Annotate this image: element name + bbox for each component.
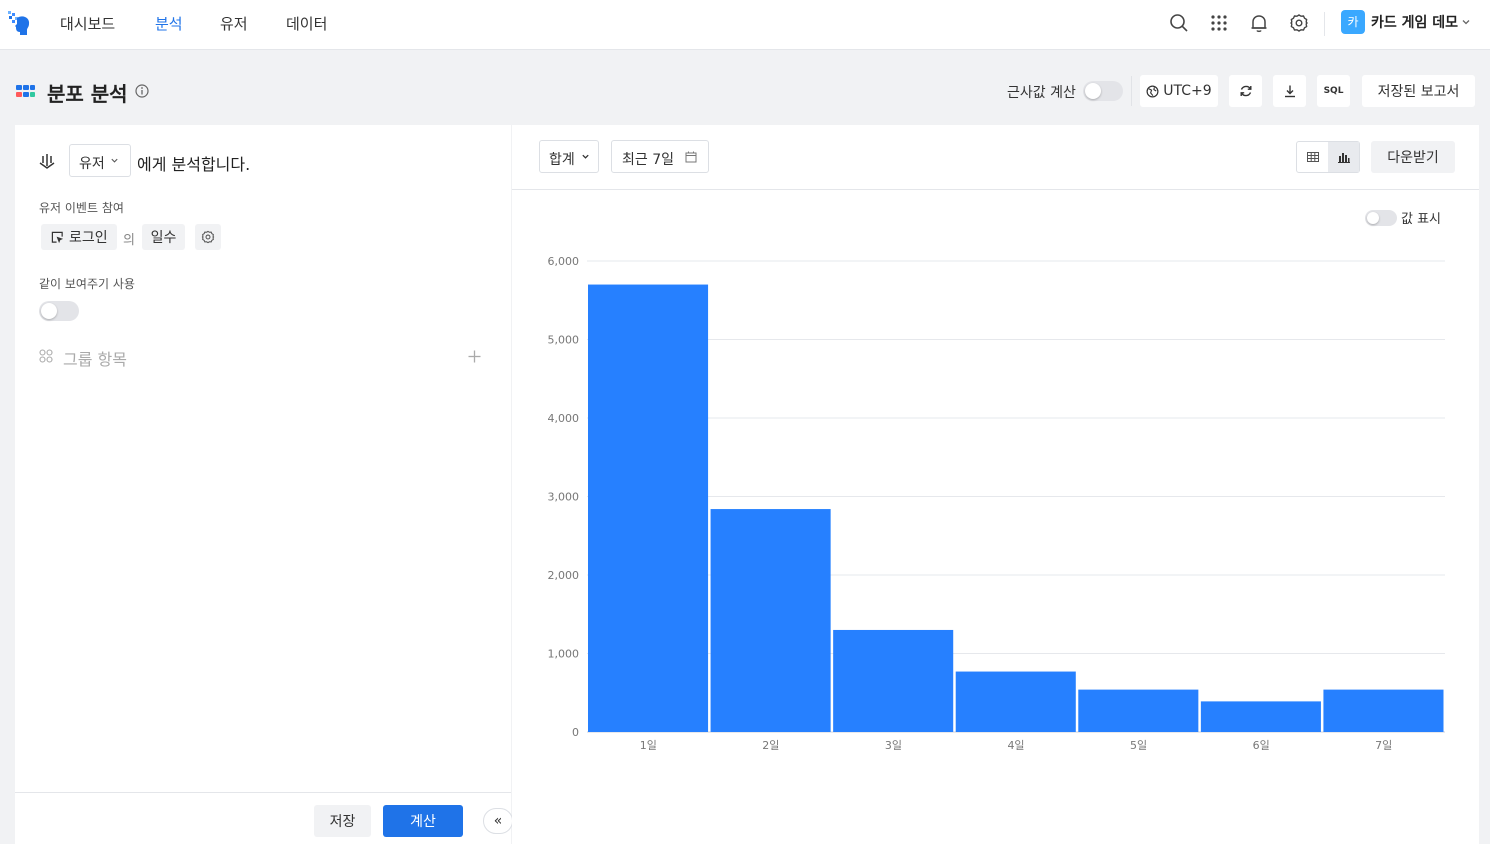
bar[interactable] bbox=[588, 284, 709, 732]
metric-chip-label: 일수 bbox=[150, 230, 177, 246]
x-tick-label: 4일 bbox=[1007, 738, 1024, 752]
chevron-down-icon[interactable] bbox=[1461, 17, 1471, 27]
timezone-button[interactable]: UTC+9 bbox=[1140, 75, 1218, 107]
sql-button[interactable]: SQL bbox=[1317, 75, 1350, 107]
calculate-button[interactable]: 계산 bbox=[383, 805, 463, 837]
search-icon[interactable] bbox=[1169, 13, 1189, 33]
approx-calc-label: 근사값 계산 bbox=[1007, 85, 1076, 101]
bar[interactable] bbox=[710, 509, 831, 732]
bell-icon[interactable] bbox=[1249, 13, 1269, 33]
distribution-bar-chart: 0 1,000 2,000 3,000 4,000 5,000 6,000 1일 2일 3일 4일 5… bbox=[548, 255, 1445, 752]
project-name[interactable]: 카드 게임 데모 bbox=[1371, 12, 1458, 32]
y-tick-label: 3,000 bbox=[548, 491, 580, 504]
cursor-click-icon bbox=[51, 231, 64, 243]
bar[interactable] bbox=[1200, 701, 1321, 732]
distribution-analysis-icon bbox=[16, 85, 35, 97]
approx-calc-toggle[interactable] bbox=[1083, 81, 1123, 101]
subject-select-value: 유저 bbox=[79, 156, 105, 172]
nav-analysis[interactable]: 분석 bbox=[155, 13, 183, 34]
bar-chart-icon bbox=[1337, 152, 1350, 163]
logo-icon[interactable] bbox=[6, 9, 34, 37]
timezone-label: UTC+9 bbox=[1163, 83, 1212, 99]
analyze-description: 에게 분석합니다. bbox=[137, 155, 251, 174]
y-tick-label: 4,000 bbox=[548, 412, 580, 425]
show-values-label: 값 표시 bbox=[1401, 212, 1442, 227]
aggregation-value: 합계 bbox=[549, 152, 575, 168]
export-button[interactable] bbox=[1273, 75, 1306, 107]
view-toggle bbox=[1296, 141, 1360, 173]
calendar-icon bbox=[685, 151, 697, 163]
y-tick-label: 5,000 bbox=[548, 334, 580, 347]
project-avatar[interactable]: 카 bbox=[1341, 10, 1365, 34]
date-range-picker[interactable]: 최근 7일 bbox=[611, 140, 709, 173]
bar[interactable] bbox=[1078, 689, 1199, 732]
top-nav: 대시보드 분석 유저 데이터 카 카드 게임 데모 bbox=[0, 0, 1490, 50]
bar[interactable] bbox=[833, 629, 954, 732]
event-chip[interactable]: 로그인 bbox=[41, 224, 117, 250]
table-icon bbox=[1306, 152, 1319, 162]
x-tick-label: 3일 bbox=[885, 738, 902, 752]
download-icon bbox=[1284, 85, 1295, 98]
metric-settings-button[interactable] bbox=[195, 224, 221, 250]
collapse-panel-button[interactable]: « bbox=[483, 808, 513, 834]
bar[interactable] bbox=[1323, 689, 1444, 732]
chart-view-button[interactable] bbox=[1328, 142, 1359, 172]
subject-icon bbox=[39, 154, 55, 169]
refresh-icon bbox=[1240, 85, 1252, 97]
date-range-value: 최근 7일 bbox=[622, 152, 674, 168]
aggregation-select[interactable]: 합계 bbox=[539, 140, 599, 173]
x-tick-label: 6일 bbox=[1253, 738, 1270, 752]
chevron-down-icon bbox=[111, 158, 118, 163]
compare-label: 같이 보여주기 사용 bbox=[39, 277, 135, 291]
gear-icon[interactable] bbox=[1289, 13, 1309, 33]
apps-grid-icon[interactable] bbox=[1209, 13, 1229, 33]
save-button[interactable]: 저장 bbox=[314, 805, 371, 837]
event-chip-label: 로그인 bbox=[69, 230, 108, 246]
page-title: 분포 분석 bbox=[47, 82, 128, 106]
x-tick-label: 5일 bbox=[1130, 738, 1147, 752]
event-section-label: 유저 이벤트 참여 bbox=[39, 201, 124, 215]
group-icon bbox=[39, 349, 53, 363]
table-view-button[interactable] bbox=[1297, 142, 1328, 172]
add-group-icon[interactable] bbox=[468, 350, 481, 363]
refresh-button[interactable] bbox=[1229, 75, 1262, 107]
group-by-label: 그룹 항목 bbox=[63, 350, 127, 369]
bar[interactable] bbox=[955, 671, 1076, 732]
nav-dashboard[interactable]: 대시보드 bbox=[60, 13, 115, 34]
nav-users[interactable]: 유저 bbox=[220, 13, 248, 34]
nav-data[interactable]: 데이터 bbox=[286, 13, 327, 34]
y-tick-label: 1,000 bbox=[548, 648, 580, 661]
subject-select[interactable]: 유저 bbox=[69, 144, 131, 177]
y-tick-label: 0 bbox=[572, 726, 579, 739]
y-tick-label: 6,000 bbox=[548, 255, 580, 268]
x-tick-label: 1일 bbox=[640, 738, 657, 752]
show-values-toggle[interactable] bbox=[1365, 210, 1397, 226]
y-tick-label: 2,000 bbox=[548, 569, 580, 582]
saved-reports-button[interactable]: 저장된 보고서 bbox=[1362, 75, 1475, 107]
x-tick-label: 2일 bbox=[762, 738, 779, 752]
result-toolbar-divider bbox=[512, 189, 1479, 190]
footer-divider bbox=[15, 792, 511, 793]
compare-toggle[interactable] bbox=[39, 301, 79, 321]
gear-icon bbox=[201, 230, 215, 244]
of-connector: 의 bbox=[123, 233, 135, 248]
globe-icon bbox=[1146, 85, 1159, 97]
chevron-down-icon bbox=[582, 154, 589, 159]
info-icon[interactable] bbox=[135, 84, 149, 98]
x-tick-label: 7일 bbox=[1375, 738, 1392, 752]
header-divider bbox=[1131, 76, 1132, 106]
metric-chip[interactable]: 일수 bbox=[142, 224, 185, 250]
nav-divider bbox=[1324, 12, 1325, 36]
download-button[interactable]: 다운받기 bbox=[1371, 141, 1455, 173]
